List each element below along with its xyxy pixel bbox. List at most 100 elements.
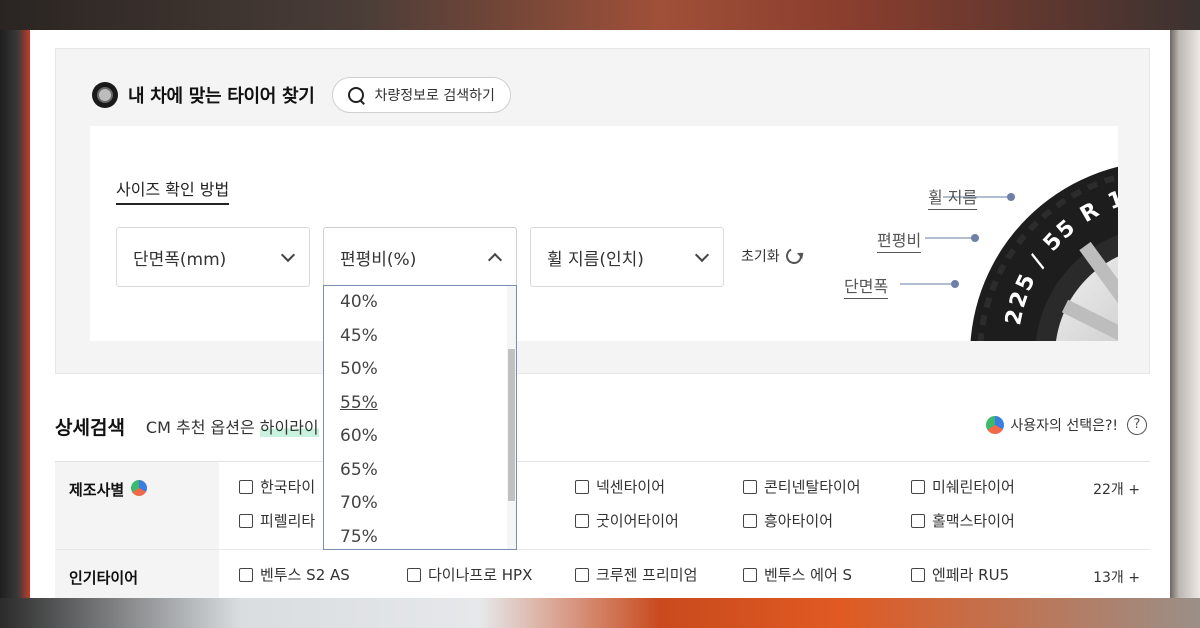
rim-select-label: 휠 지름(인치) [547,249,644,270]
filter-row-popular: 인기타이어 벤투스 S2 AS 다이나프로 HPX 크루젠 프리미엄 벤투스 에어 S… [55,550,1150,598]
tire-size-illustration: 225 / 55 R 17 휠 지름 편평비 단면폭 [835,126,1118,341]
tire-icon [92,82,118,108]
background-bottom [0,598,1200,628]
aspect-option-label: 40% [340,292,378,312]
dropdown-scrollbar[interactable] [507,286,516,549]
aspect-dropdown-list[interactable]: 40% 45% 50% 55% 60% 65% 70% 75% [323,285,517,550]
rim-select[interactable]: 휠 지름(인치) [530,227,724,287]
pie-chart-icon[interactable] [131,480,148,496]
manufacturer-option[interactable]: 홀맥스타이어 [911,510,1079,531]
reset-button[interactable]: 초기화 [741,245,804,267]
aspect-option[interactable]: 70% [324,487,516,521]
option-label: 흥아타이어 [764,512,834,530]
user-pick-button[interactable]: 사용자의 선택은?! ? [986,415,1147,435]
vehicle-search-button[interactable]: 차량정보로 검색하기 [332,77,511,113]
checkbox[interactable] [911,513,925,528]
checkbox[interactable] [575,479,589,494]
checkbox[interactable] [239,479,253,494]
checkbox[interactable] [575,567,589,582]
desc-prefix: CM 추천 옵션은 [145,418,260,437]
manufacturer-option[interactable]: 굿이어타이어 [575,510,743,531]
aspect-option-label: 55% [340,392,378,413]
manufacturer-option[interactable]: 넥센타이어 [575,476,743,497]
popular-option[interactable]: 벤투스 에어 S [743,564,911,585]
checkbox[interactable] [407,567,421,582]
aspect-option-label: 50% [340,359,378,379]
filter-table: 제조사별 한국타이 넥센타이어 콘티넨탈타이어 미쉐린타이어피렐리타 굿이어타이어 흥아타… [55,461,1150,598]
popular-option[interactable]: 벤투스 S2 AS [239,564,407,585]
reset-label: 초기화 [741,249,780,265]
aspect-option[interactable]: 75% [324,521,516,550]
option-label: 굿이어타이어 [596,512,679,530]
refresh-icon [783,245,804,267]
manufacturer-label: 제조사별 [69,481,125,499]
finder-title: 내 차에 맞는 타이어 찾기 [128,86,315,107]
width-select[interactable]: 단면폭(mm) [116,227,310,287]
popular-option[interactable]: 다이나프로 HPX [407,564,575,585]
option-label: 홀맥스타이어 [932,512,1015,530]
checkbox[interactable] [911,479,925,494]
tire-finder-panel: 내 차에 맞는 타이어 찾기 차량정보로 검색하기 사이즈 확인 방법 단면폭(… [55,48,1150,374]
label-rim-diameter: 휠 지름 [928,184,978,210]
manufacturer-option[interactable]: 흥아타이어 [743,510,911,531]
detail-search-header: 상세검색 CM 추천 옵션은 하이라이 사용자의 선택은?! ? [55,413,1150,439]
option-label: 미쉐린타이어 [932,478,1015,496]
background-top [0,0,1200,30]
checkbox[interactable] [239,567,253,582]
detail-search-desc: CM 추천 옵션은 하이라이 [146,414,319,438]
option-label: 크루젠 프리미엄 [596,566,698,584]
popular-more-button[interactable]: 13개 + [1093,567,1140,587]
option-label: 한국타이 [260,478,316,496]
vehicle-search-label: 차량정보로 검색하기 [374,88,495,104]
option-label: 다이나프로 HPX [428,566,533,584]
popular-label: 인기타이어 [69,569,139,587]
search-icon [347,86,365,104]
background-right [1170,30,1200,600]
chevron-up-icon [487,252,503,267]
label-section-width: 단면폭 [844,273,889,299]
finder-header: 내 차에 맞는 타이어 찾기 차량정보로 검색하기 [92,77,511,113]
popular-option[interactable]: 크루젠 프리미엄 [575,564,743,585]
detail-search-title: 상세검색 [55,416,125,439]
aspect-select[interactable]: 편평비(%) [323,227,517,287]
checkbox[interactable] [911,567,925,582]
aspect-option-label: 75% [340,526,378,547]
aspect-select-label: 편평비(%) [340,249,417,270]
aspect-option-label: 70% [340,493,378,513]
popular-options: 벤투스 S2 AS 다이나프로 HPX 크루젠 프리미엄 벤투스 에어 S 엔페라 RU… [219,550,1150,598]
aspect-option[interactable]: 65% [324,454,516,488]
aspect-option-label: 60% [340,426,378,446]
option-label: 피렐리타 [260,512,316,530]
aspect-option[interactable]: 40% [324,286,516,320]
filter-row-manufacturer: 제조사별 한국타이 넥센타이어 콘티넨탈타이어 미쉐린타이어피렐리타 굿이어타이어 흥아타… [55,462,1150,550]
checkbox[interactable] [743,479,757,494]
checkbox[interactable] [743,513,757,528]
aspect-option-label: 45% [340,325,378,346]
aspect-option[interactable]: 55% [324,387,516,421]
option-label: 넥센타이어 [596,478,666,496]
manufacturer-more-button[interactable]: 22개 + [1093,479,1140,499]
filter-label-popular: 인기타이어 [55,550,219,598]
finder-body: 사이즈 확인 방법 단면폭(mm) 편평비(%) 휠 지름(인치) 초기화 22… [90,126,1118,341]
option-label: 벤투스 S2 AS [260,566,350,584]
help-icon[interactable]: ? [1127,415,1147,435]
aspect-option[interactable]: 60% [324,420,516,454]
checkbox[interactable] [239,513,253,528]
manufacturer-option[interactable]: 미쉐린타이어 [911,476,1079,497]
option-label: 엔페라 RU5 [932,566,1010,584]
aspect-option[interactable]: 45% [324,320,516,354]
aspect-option[interactable]: 50% [324,353,516,387]
manufacturer-option[interactable]: 콘티넨탈타이어 [743,476,911,497]
popular-grid: 벤투스 S2 AS 다이나프로 HPX 크루젠 프리미엄 벤투스 에어 S 엔페라 RU… [239,564,1150,585]
scrollbar-thumb[interactable] [508,349,515,501]
user-pick-label: 사용자의 선택은?! [1010,418,1118,434]
checkbox[interactable] [743,567,757,582]
filter-label-manufacturer: 제조사별 [55,462,219,549]
option-label: 콘티넨탈타이어 [764,478,861,496]
chevron-down-icon [280,247,296,262]
aspect-option-label: 65% [340,459,378,480]
size-guide-link[interactable]: 사이즈 확인 방법 [116,176,230,205]
popular-option[interactable]: 엔페라 RU5 [911,564,1079,585]
checkbox[interactable] [575,513,589,528]
option-label: 벤투스 에어 S [764,566,853,584]
